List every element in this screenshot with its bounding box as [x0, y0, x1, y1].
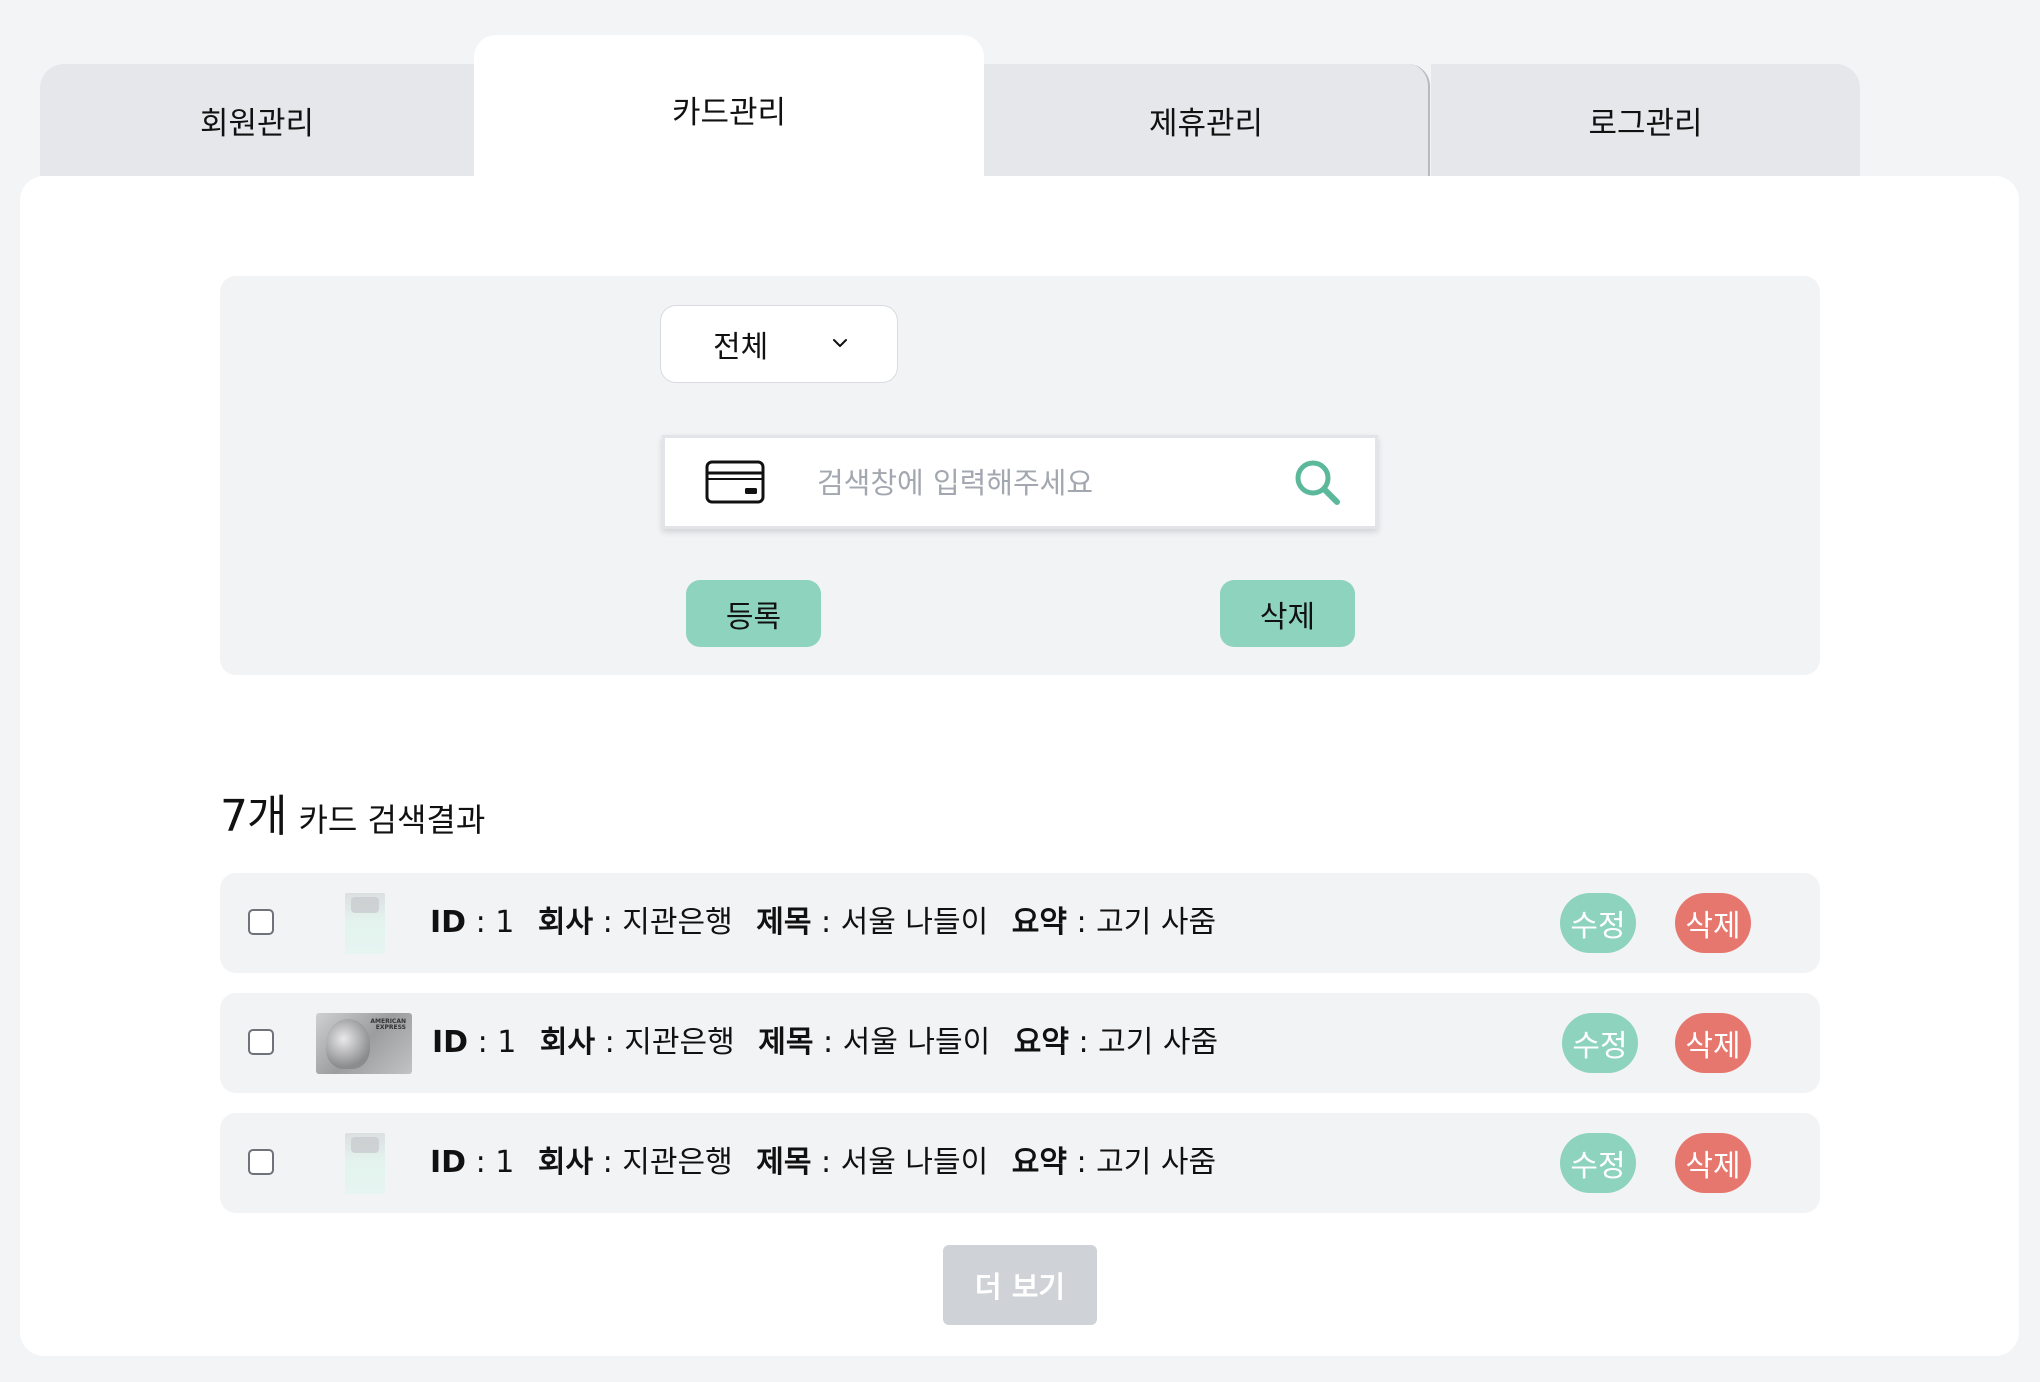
id-label: ID — [432, 1025, 469, 1060]
result-summary: 7개 카드 검색결과 — [220, 780, 485, 844]
id-label: ID — [430, 1145, 467, 1180]
tab-label: 카드관리 — [671, 95, 787, 131]
load-more-button[interactable]: 더 보기 — [943, 1245, 1097, 1325]
summary-label: 요약 — [1011, 1145, 1067, 1180]
card-company: 지관은행 — [622, 1145, 733, 1180]
tab-label: 회원관리 — [199, 105, 315, 142]
card-company: 지관은행 — [624, 1025, 735, 1060]
tab-log-management[interactable]: 로그관리 — [1431, 64, 1860, 176]
category-select-value: 전체 — [713, 330, 769, 365]
card-row: ID : 1 회사 : 지관은행 제목 : 서울 나들이 요약 : 고기 사줌 … — [220, 873, 1820, 973]
search-icon[interactable] — [1293, 458, 1341, 506]
amex-face-image — [326, 1019, 370, 1069]
company-label: 회사 — [537, 1145, 594, 1180]
card-thumbnail — [345, 1133, 385, 1194]
title-label: 제목 — [758, 1025, 814, 1060]
row-delete-button[interactable]: 삭제 — [1675, 1133, 1751, 1193]
card-company: 지관은행 — [622, 905, 733, 940]
card-title: 서울 나들이 — [840, 1145, 989, 1180]
card-info: ID : 1 회사 : 지관은행 제목 : 서울 나들이 요약 : 고기 사줌 — [432, 1025, 1219, 1060]
card-summary: 고기 사줌 — [1096, 1145, 1217, 1180]
search-bar — [662, 435, 1378, 529]
row-checkbox[interactable] — [248, 909, 274, 935]
card-id: 1 — [495, 1145, 515, 1180]
credit-card-icon — [705, 460, 765, 504]
row-delete-button[interactable]: 삭제 — [1675, 1013, 1751, 1073]
tab-partnership-management[interactable]: 제휴관리 — [984, 64, 1430, 176]
id-label: ID — [430, 905, 467, 940]
result-count: 7개 — [220, 791, 287, 842]
tab-label: 로그관리 — [1588, 105, 1703, 142]
tab-bar: 회원관리 카드관리 제휴관리 로그관리 — [40, 35, 1860, 176]
edit-button[interactable]: 수정 — [1560, 1133, 1636, 1193]
chevron-down-icon — [833, 339, 847, 347]
delete-button[interactable]: 삭제 — [1220, 580, 1355, 647]
amex-brand-text: AMERICAN EXPRESS — [370, 1018, 406, 1031]
card-title: 서울 나들이 — [840, 905, 989, 940]
card-id: 1 — [495, 905, 515, 940]
summary-label: 요약 — [1011, 905, 1067, 940]
title-label: 제목 — [756, 905, 812, 940]
result-label: 카드 검색결과 — [298, 801, 486, 839]
row-checkbox[interactable] — [248, 1029, 274, 1055]
category-select[interactable]: 전체 — [660, 305, 898, 383]
search-input[interactable] — [815, 454, 1259, 512]
card-summary: 고기 사줌 — [1096, 905, 1217, 940]
company-label: 회사 — [537, 905, 594, 940]
row-delete-button[interactable]: 삭제 — [1675, 893, 1751, 953]
card-id: 1 — [497, 1025, 517, 1060]
card-row: AMERICAN EXPRESS ID : 1 회사 : 지관은행 제목 : 서… — [220, 993, 1820, 1093]
edit-button[interactable]: 수정 — [1560, 893, 1636, 953]
tab-label: 제휴관리 — [1148, 105, 1264, 142]
row-checkbox[interactable] — [248, 1149, 274, 1175]
card-thumbnail: AMERICAN EXPRESS — [316, 1013, 412, 1074]
company-label: 회사 — [539, 1025, 596, 1060]
card-summary: 고기 사줌 — [1098, 1025, 1219, 1060]
tab-card-management[interactable]: 카드관리 — [474, 35, 984, 176]
tab-member-management[interactable]: 회원관리 — [40, 64, 474, 176]
register-button[interactable]: 등록 — [686, 580, 821, 647]
summary-label: 요약 — [1013, 1025, 1069, 1060]
edit-button[interactable]: 수정 — [1562, 1013, 1638, 1073]
card-info: ID : 1 회사 : 지관은행 제목 : 서울 나들이 요약 : 고기 사줌 — [430, 1145, 1217, 1180]
card-row: ID : 1 회사 : 지관은행 제목 : 서울 나들이 요약 : 고기 사줌 … — [220, 1113, 1820, 1213]
title-label: 제목 — [756, 1145, 812, 1180]
card-title: 서울 나들이 — [842, 1025, 991, 1060]
card-thumbnail — [345, 893, 385, 954]
card-info: ID : 1 회사 : 지관은행 제목 : 서울 나들이 요약 : 고기 사줌 — [430, 905, 1217, 940]
